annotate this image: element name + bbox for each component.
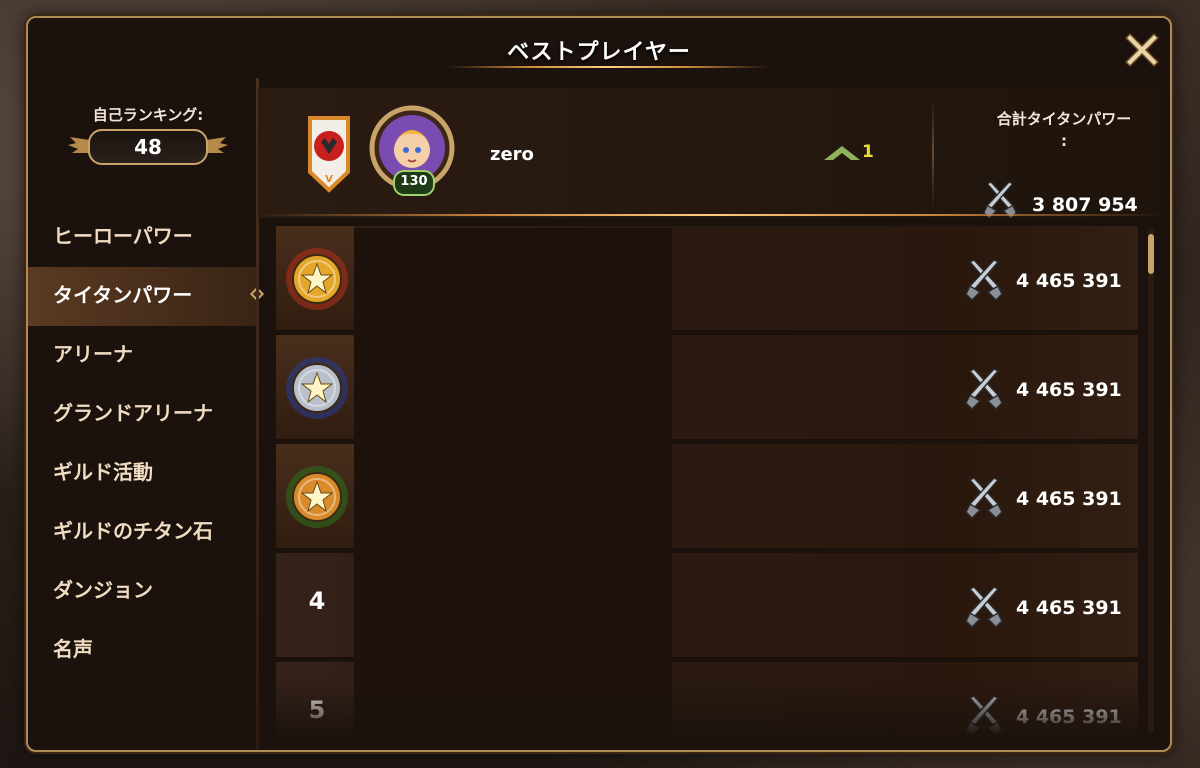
bronze-medal-icon xyxy=(286,466,348,528)
category-item[interactable]: アリーナ xyxy=(28,326,256,385)
category-label: ダンジョン xyxy=(53,578,153,602)
titan-power-value: 4 465 391 xyxy=(1016,488,1122,510)
own-row-separator xyxy=(258,214,1162,216)
category-item[interactable]: タイタンパワー xyxy=(28,267,265,326)
player-name: zero xyxy=(490,144,534,165)
list-fade xyxy=(276,678,1138,738)
crossed-swords-icon xyxy=(965,259,1003,302)
self-ranking-label: 自己ランキング: xyxy=(92,106,204,124)
category-item[interactable]: ダンジョン xyxy=(28,562,256,621)
category-label: 名声 xyxy=(53,637,93,661)
crossed-swords-icon xyxy=(965,368,1003,411)
crossed-swords-icon xyxy=(965,477,1003,520)
category-label: グランドアリーナ xyxy=(53,401,213,425)
total-power-value: 3 807 954 xyxy=(1032,194,1138,216)
title-underline xyxy=(448,66,768,68)
silver-medal-icon xyxy=(286,357,348,419)
self-ranking: 自己ランキング: 48 xyxy=(68,104,228,165)
hero-level-badge: 130 xyxy=(393,170,435,196)
category-label: アリーナ xyxy=(53,342,133,366)
medal-cell xyxy=(276,226,354,330)
guild-banner-icon: V xyxy=(308,116,350,193)
total-power-label: 合計タイタンパワー : xyxy=(996,110,1132,150)
category-label: タイタンパワー xyxy=(53,283,193,307)
category-item[interactable]: 名声 xyxy=(28,621,256,680)
category-list: ヒーローパワー タイタンパワー アリーナグランドアリーナ ギルド活動ギルドのチタン石ダ… xyxy=(28,208,265,680)
category-item[interactable]: ギルドのチタン石 xyxy=(28,503,256,562)
category-item[interactable]: ギルド活動 xyxy=(28,444,256,503)
category-label: ギルドのチタン石 xyxy=(53,519,213,543)
gold-medal-icon xyxy=(286,248,348,310)
svg-text:V: V xyxy=(325,174,333,185)
close-icon xyxy=(1124,32,1160,68)
category-label: ギルド活動 xyxy=(53,460,153,484)
titan-power-value: 4 465 391 xyxy=(1016,597,1122,619)
category-item[interactable]: ヒーローパワー xyxy=(28,208,256,267)
rank-change-value: 1 xyxy=(862,142,874,162)
self-ranking-value: 48 xyxy=(88,129,208,165)
self-ranking-plate: 48 xyxy=(68,129,228,165)
category-label: ヒーローパワー xyxy=(53,224,193,248)
title-bar: ベストプレイヤー xyxy=(28,18,1170,78)
hidden-player-info xyxy=(354,228,672,734)
best-players-window: ベストプレイヤー 自己ランキング: 48 ヒーローパワー タイタンパワー アリーナグ… xyxy=(26,16,1172,752)
titan-power-value: 4 465 391 xyxy=(1016,379,1122,401)
ranking-scrollbar[interactable] xyxy=(1148,228,1154,733)
medal-cell xyxy=(276,444,354,548)
rank-number: 4 xyxy=(308,587,326,615)
medal-cell xyxy=(276,335,354,439)
scroll-thumb[interactable] xyxy=(1148,234,1154,274)
category-item[interactable]: グランドアリーナ xyxy=(28,385,256,444)
window-title: ベストプレイヤー xyxy=(507,40,691,65)
crossed-swords-icon xyxy=(965,586,1003,629)
close-button[interactable] xyxy=(1122,28,1162,68)
total-separator xyxy=(932,98,934,208)
titan-power-value: 4 465 391 xyxy=(1016,270,1122,292)
own-ranking-row[interactable]: V 130 zero 1 合計タイタンパワー : 3 807 954 xyxy=(258,88,1162,219)
